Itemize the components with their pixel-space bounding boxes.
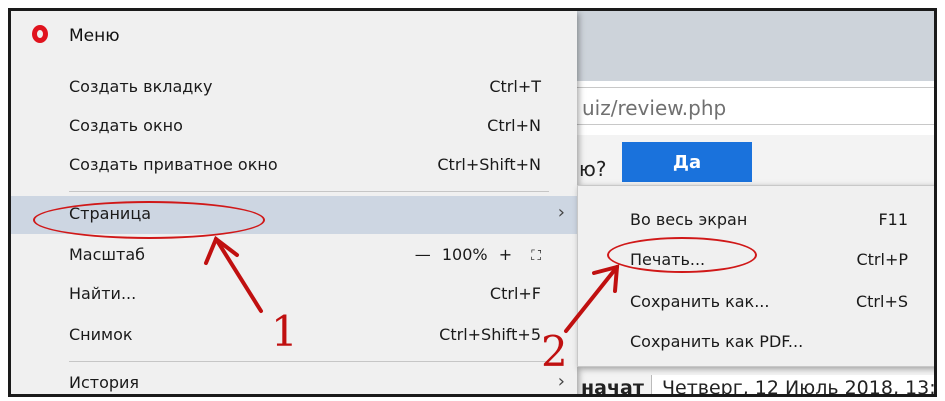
annotation-ellipse-print xyxy=(607,237,757,273)
menu-item-label: История xyxy=(69,373,140,392)
menu-item-shortcut: Ctrl+F xyxy=(489,284,541,303)
zoom-in-button[interactable]: + xyxy=(499,245,512,264)
menu-item-label: Создать приватное окно xyxy=(69,155,278,174)
menu-separator xyxy=(69,191,549,192)
menu-item-label: Создать вкладку xyxy=(69,77,213,96)
annotation-ellipse-page xyxy=(33,201,265,239)
quiz-info-row: начат Четверг, 12 Июль 2018, 13: xyxy=(577,373,934,397)
address-bar[interactable]: uiz/review.php xyxy=(571,87,934,125)
page-submenu: Во весь экран F11 Печать... Ctrl+P Сохра… xyxy=(577,185,934,367)
question-text: ю? xyxy=(579,157,607,181)
menu-item-label: Создать окно xyxy=(69,116,183,135)
address-text: uiz/review.php xyxy=(582,96,727,120)
submenu-item-save-as-pdf[interactable]: Сохранить как PDF... xyxy=(578,318,934,356)
menu-item-shortcut: Ctrl+Shift+5 xyxy=(439,325,541,344)
started-value: Четверг, 12 Июль 2018, 13: xyxy=(651,375,934,394)
zoom-control: — 100% + ⛶ xyxy=(409,245,541,264)
menu-title: Меню xyxy=(69,26,120,46)
annotation-number-2: 2 xyxy=(541,327,568,376)
submenu-item-label: Сохранить как PDF... xyxy=(630,332,804,351)
menu-header[interactable]: Меню xyxy=(11,11,577,63)
menu-separator xyxy=(69,361,549,362)
menu-item-shortcut: Ctrl+N xyxy=(487,116,541,135)
menu-item-label: Масштаб xyxy=(69,245,146,264)
chevron-right-icon: › xyxy=(557,202,565,223)
menu-item-label: Снимок xyxy=(69,325,133,344)
yes-button[interactable]: Да xyxy=(622,142,752,182)
annotation-number-1: 1 xyxy=(271,307,298,356)
started-label: начат xyxy=(581,377,644,397)
submenu-item-shortcut: Ctrl+P xyxy=(856,250,908,269)
menu-item-new-private-window[interactable]: Создать приватное окно Ctrl+Shift+N xyxy=(11,147,577,185)
submenu-item-shortcut: F11 xyxy=(878,210,908,229)
menu-item-zoom: Масштаб — 100% + ⛶ xyxy=(11,237,577,275)
menu-item-label: Найти... xyxy=(69,284,137,303)
submenu-item-shortcut: Ctrl+S xyxy=(855,292,908,311)
submenu-item-label: Сохранить как... xyxy=(630,292,770,311)
zoom-out-button[interactable]: — xyxy=(415,245,431,264)
menu-item-shortcut: Ctrl+Shift+N xyxy=(437,155,541,174)
screenshot-frame: uiz/review.php ю? Да начат Четверг, 12 И… xyxy=(8,8,937,397)
menu-item-shortcut: Ctrl+T xyxy=(489,77,541,96)
fullscreen-icon[interactable]: ⛶ xyxy=(531,248,541,264)
zoom-value: 100% xyxy=(441,245,488,264)
menu-item-history[interactable]: История › xyxy=(11,365,577,394)
menu-item-new-tab[interactable]: Создать вкладку Ctrl+T xyxy=(11,69,577,107)
submenu-item-fullscreen[interactable]: Во весь экран F11 xyxy=(578,196,934,234)
submenu-item-save-as[interactable]: Сохранить как... Ctrl+S xyxy=(578,278,934,316)
menu-item-new-window[interactable]: Создать окно Ctrl+N xyxy=(11,108,577,146)
submenu-item-label: Во весь экран xyxy=(630,210,748,229)
opera-logo-icon xyxy=(32,25,48,43)
